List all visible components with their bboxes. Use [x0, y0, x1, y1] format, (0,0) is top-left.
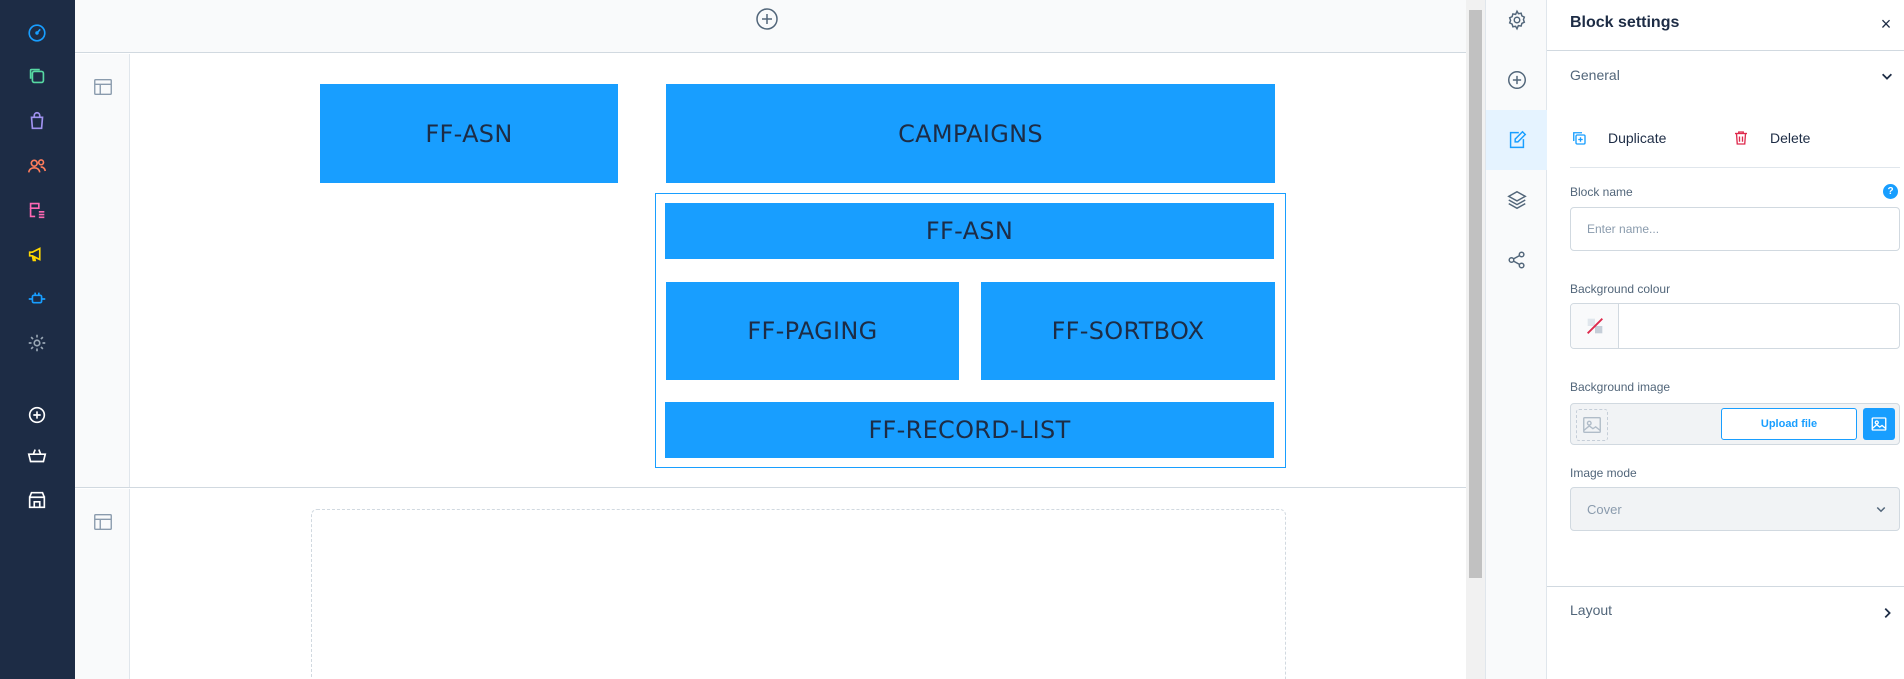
upload-file-button[interactable]: Upload file: [1721, 408, 1857, 440]
ff-record-list-element[interactable]: FF-RECORD-LIST: [665, 402, 1274, 458]
ff-asn-left-element[interactable]: FF-ASN: [320, 84, 618, 183]
basket-icon[interactable]: [23, 442, 51, 470]
image-mode-label: Image mode: [1570, 466, 1637, 480]
panel-header: Block settings ×: [1547, 0, 1904, 51]
background-colour-label: Background colour: [1570, 282, 1671, 296]
general-accordion-title: General: [1570, 67, 1620, 83]
extensions-icon[interactable]: [23, 285, 51, 313]
image-mode-select[interactable]: Cover: [1570, 487, 1900, 531]
page-settings-tab[interactable]: [1486, 0, 1547, 50]
block-settings-panel: Block settings × General Duplicate Delet…: [1547, 0, 1904, 679]
block-settings-tab[interactable]: [1486, 110, 1547, 170]
canvas-top-strip: [75, 0, 1466, 53]
block-actions: Duplicate Delete: [1570, 122, 1900, 168]
chevron-down-icon: [1873, 501, 1889, 517]
layout-accordion[interactable]: Layout: [1547, 586, 1904, 679]
layout-accordion-title: Layout: [1570, 602, 1613, 618]
sidebar-nav: [1485, 0, 1547, 679]
delete-button[interactable]: Delete: [1732, 126, 1810, 150]
panel-title: Block settings: [1570, 14, 1680, 31]
canvas-scrollbar[interactable]: [1466, 0, 1485, 679]
background-colour-input[interactable]: [1619, 304, 1899, 348]
dashboard-icon[interactable]: [23, 19, 51, 47]
content-icon[interactable]: [23, 196, 51, 224]
layout-assignment-tab[interactable]: [1486, 230, 1547, 290]
image-mode-value: Cover: [1587, 502, 1622, 517]
block-name-field[interactable]: [1570, 207, 1900, 251]
general-accordion[interactable]: General: [1547, 51, 1904, 101]
chevron-down-icon[interactable]: [1878, 67, 1896, 85]
color-picker-swatch[interactable]: [1571, 304, 1619, 348]
section-gutter: [75, 54, 130, 487]
navigator-tab[interactable]: [1486, 170, 1547, 230]
scrollbar-thumb[interactable]: [1469, 10, 1482, 578]
media-library-icon[interactable]: [1863, 408, 1895, 440]
add-blocks-tab[interactable]: [1486, 50, 1547, 110]
campaigns-element[interactable]: CAMPAIGNS: [666, 84, 1275, 183]
marketing-icon[interactable]: [23, 240, 51, 268]
ff-sortbox-element[interactable]: FF-SORTBOX: [981, 282, 1275, 380]
block-name-label: Block name: [1570, 185, 1633, 199]
settings-icon[interactable]: [23, 329, 51, 357]
customers-icon[interactable]: [23, 152, 51, 180]
close-icon[interactable]: ×: [1876, 14, 1896, 34]
help-icon[interactable]: ?: [1883, 184, 1898, 199]
ff-paging-element[interactable]: FF-PAGING: [666, 282, 959, 380]
add-icon[interactable]: [23, 401, 51, 429]
cms-canvas: FF-ASN CAMPAIGNS FF-ASN FF-PAGING FF-SOR…: [75, 0, 1466, 679]
store-icon[interactable]: [23, 486, 51, 514]
image-placeholder-icon: [1576, 409, 1608, 441]
section-layout-icon[interactable]: [92, 76, 114, 98]
section-gutter: [75, 489, 130, 679]
duplicate-label: Duplicate: [1608, 130, 1667, 146]
block-name-input[interactable]: [1571, 208, 1899, 250]
cms-section-1[interactable]: FF-ASN CAMPAIGNS FF-ASN FF-PAGING FF-SOR…: [75, 54, 1466, 488]
add-section-icon[interactable]: [755, 7, 779, 31]
admin-menu: [0, 0, 75, 679]
chevron-right-icon[interactable]: [1878, 604, 1896, 622]
orders-icon[interactable]: [23, 107, 51, 135]
background-image-label: Background image: [1570, 380, 1671, 394]
duplicate-button[interactable]: Duplicate: [1570, 126, 1666, 150]
background-image-field: Upload file: [1570, 403, 1900, 445]
background-colour-field[interactable]: [1570, 303, 1900, 349]
ff-asn-element[interactable]: FF-ASN: [665, 203, 1274, 259]
section-layout-icon[interactable]: [92, 511, 114, 533]
delete-label: Delete: [1770, 130, 1811, 146]
catalogues-icon[interactable]: [23, 62, 51, 90]
cms-section-2[interactable]: [75, 489, 1466, 679]
empty-block-dropzone[interactable]: [311, 509, 1286, 679]
